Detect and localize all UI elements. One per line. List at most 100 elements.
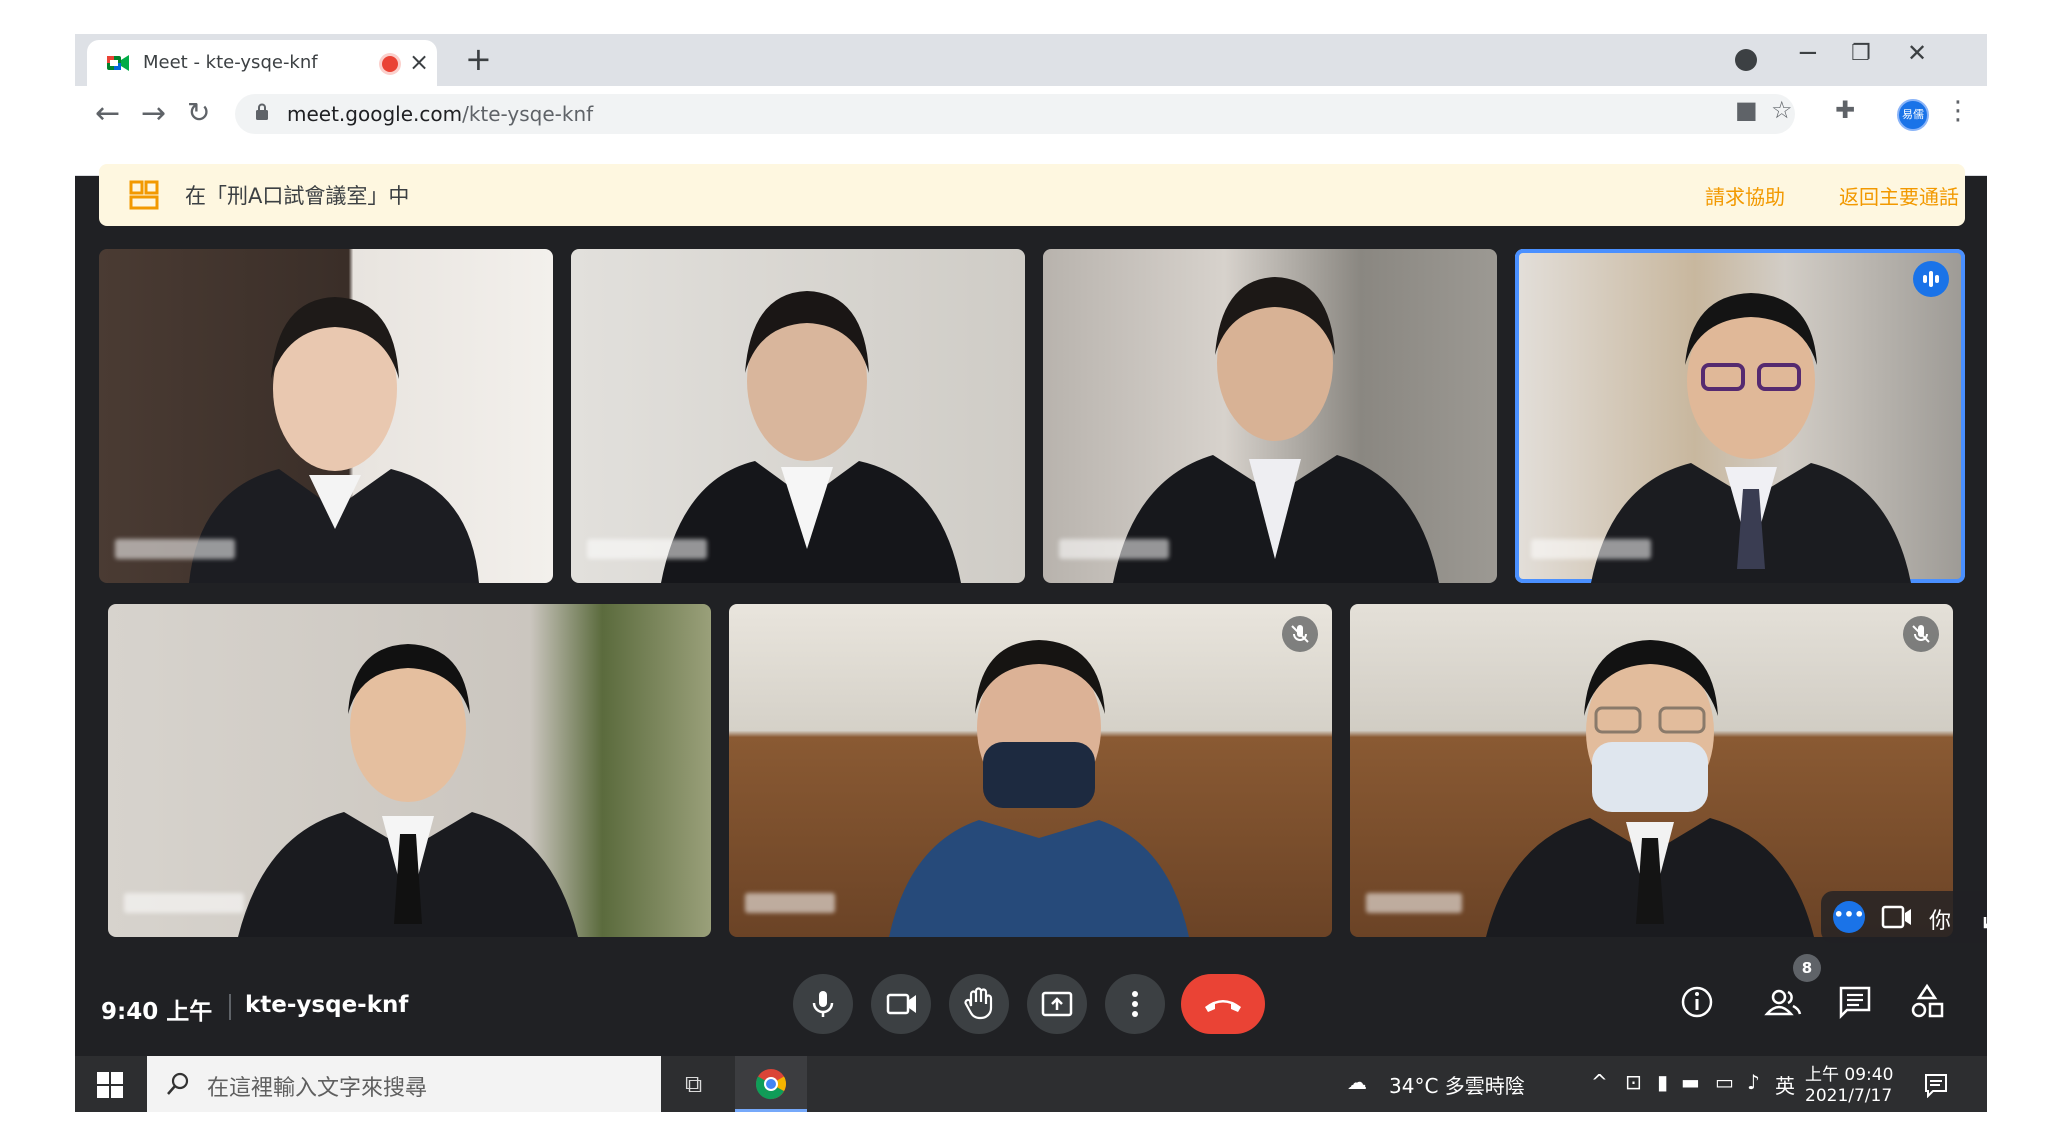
ask-for-help-link[interactable]: 請求協助: [1705, 181, 1785, 210]
breakout-room-banner: 在「刑A口試會議室」中 請求協助 返回主要通話: [99, 164, 1965, 226]
weather-cloud-icon[interactable]: ☁: [1347, 1070, 1367, 1094]
tray-overflow-chevron-icon[interactable]: ^: [1591, 1070, 1608, 1094]
meeting-code[interactable]: kte-ysqe-knf: [245, 992, 408, 1018]
tab-close-icon[interactable]: ×: [409, 48, 429, 76]
meeting-details-info-icon[interactable]: [1675, 980, 1719, 1024]
windows-taskbar: 在這裡輸入文字來搜尋 ⧉ ☁ 34°C 多雲時陰 ^ ⊡ ▮ ▬ ▭ ♪ 英 上…: [75, 1056, 1987, 1112]
battery-icon[interactable]: ▬: [1681, 1070, 1700, 1094]
taskbar-search-box[interactable]: 在這裡輸入文字來搜尋: [147, 1056, 661, 1112]
camera-icon[interactable]: [1881, 903, 1913, 931]
participant-name-blurred: [1059, 539, 1169, 559]
new-tab-button[interactable]: +: [465, 40, 492, 78]
raise-hand-button[interactable]: [949, 974, 1009, 1034]
present-screen-icon: [1041, 991, 1073, 1017]
breakout-room-name: 在「刑A口試會議室」中: [185, 184, 410, 208]
chrome-icon: [755, 1069, 786, 1100]
notification-center-icon[interactable]: [1923, 1072, 1949, 1098]
participant-name-blurred: [1366, 893, 1462, 913]
more-options-icon[interactable]: •••: [1833, 901, 1865, 933]
info-divider: [229, 994, 231, 1020]
browser-tab-strip: Meet - kte-ysqe-knf × + − ❐ ✕: [75, 34, 1987, 86]
raise-hand-icon: [964, 987, 993, 1020]
volume-icon[interactable]: ♪: [1747, 1070, 1760, 1094]
muted-mic-icon: [1282, 616, 1318, 652]
taskbar-clock-time[interactable]: 上午 09:40: [1805, 1060, 1893, 1085]
participant-name-blurred: [115, 539, 235, 559]
close-window-button[interactable]: ✕: [1907, 39, 1927, 67]
url-domain: meet.google.com: [287, 102, 463, 126]
screen: Meet - kte-ysqe-knf × + − ❐ ✕ ← → ↻ meet…: [75, 34, 1987, 1112]
restore-button[interactable]: ❐: [1851, 41, 1871, 66]
participant-tile-self[interactable]: [1350, 604, 1953, 937]
participant-name-blurred: [587, 539, 707, 559]
tray-app-icon[interactable]: ⊡: [1625, 1070, 1642, 1094]
speaking-indicator-icon: [1913, 261, 1949, 297]
participant-video: [189, 297, 479, 583]
forward-arrow-icon[interactable]: →: [141, 96, 166, 131]
participant-count-badge: 8: [1793, 954, 1821, 982]
participant-name-blurred: [1531, 539, 1651, 559]
address-bar[interactable]: meet.google.com/kte-ysqe-knf: [235, 94, 1795, 134]
participant-video: [238, 644, 578, 937]
participant-tile[interactable]: [1043, 249, 1497, 583]
people-icon[interactable]: [1761, 980, 1805, 1024]
url-path: /kte-ysqe-knf: [462, 102, 594, 126]
more-options-button[interactable]: [1105, 974, 1165, 1034]
participant-video: [1486, 640, 1814, 937]
browser-tab-meet[interactable]: Meet - kte-ysqe-knf ×: [87, 40, 437, 86]
participant-video: [1113, 277, 1439, 583]
participant-tile[interactable]: [99, 249, 553, 583]
chrome-taskbar-app[interactable]: [735, 1056, 807, 1112]
activities-icon[interactable]: [1905, 980, 1949, 1024]
participant-name-blurred: [124, 893, 244, 913]
lock-icon: [256, 103, 268, 120]
chat-icon[interactable]: [1833, 980, 1877, 1024]
task-view-icon[interactable]: ⧉: [685, 1070, 702, 1098]
weather-text[interactable]: 34°C 多雲時陰: [1389, 1070, 1525, 1099]
muted-mic-icon: [1903, 616, 1939, 652]
chrome-menu-icon[interactable]: ⋮: [1945, 96, 1971, 126]
extensions-puzzle-icon[interactable]: ✚: [1835, 96, 1855, 124]
participant-tile[interactable]: [729, 604, 1332, 937]
more-vert-icon: [1132, 991, 1138, 1017]
microphone-button[interactable]: [793, 974, 853, 1034]
fullscreen-expand-icon[interactable]: [1981, 903, 1987, 931]
browser-toolbar: ← → ↻ meet.google.com/kte-ysqe-knf ■ ☆ ✚…: [75, 86, 1987, 176]
participant-tile[interactable]: [571, 249, 1025, 583]
windows-start-icon[interactable]: [97, 1072, 123, 1098]
participant-video: [889, 640, 1189, 937]
camera-in-use-icon[interactable]: ■: [1735, 96, 1758, 124]
you-label: 你: [1929, 909, 1952, 934]
recording-indicator-icon: [382, 56, 398, 72]
network-icon[interactable]: ▭: [1715, 1070, 1734, 1094]
hang-up-icon: [1205, 1000, 1241, 1012]
media-download-icon[interactable]: [1735, 49, 1757, 71]
return-to-main-call-link[interactable]: 返回主要通話: [1839, 181, 1959, 210]
tab-title: Meet - kte-ysqe-knf: [143, 52, 318, 73]
search-icon: [167, 1072, 189, 1095]
breakout-room-icon: [129, 180, 159, 210]
back-arrow-icon[interactable]: ←: [95, 96, 120, 131]
bookmark-star-icon[interactable]: ☆: [1771, 96, 1793, 124]
reload-icon[interactable]: ↻: [187, 96, 210, 129]
participant-tile-active-speaker[interactable]: [1515, 249, 1965, 583]
taskbar-clock-date[interactable]: 2021/7/17: [1805, 1086, 1892, 1106]
present-screen-button[interactable]: [1027, 974, 1087, 1034]
minimize-button[interactable]: −: [1797, 38, 1819, 68]
self-tile-controls: ••• 你: [1821, 891, 1987, 943]
participant-video: [1591, 293, 1911, 583]
participant-tile[interactable]: [108, 604, 711, 937]
google-meet-icon: [107, 55, 129, 71]
search-placeholder: 在這裡輸入文字來搜尋: [207, 1076, 428, 1101]
participant-name-blurred: [745, 893, 835, 913]
video-camera-icon: [886, 993, 916, 1015]
profile-avatar[interactable]: 易儒: [1897, 99, 1929, 131]
participant-video: [661, 291, 961, 583]
microphone-icon: [812, 991, 834, 1017]
camera-button[interactable]: [871, 974, 931, 1034]
meeting-time: 9:40 上午: [101, 999, 213, 1025]
input-method-indicator[interactable]: 英: [1775, 1070, 1795, 1099]
url-text: meet.google.com/kte-ysqe-knf: [287, 102, 593, 126]
tray-microphone-icon[interactable]: ▮: [1657, 1070, 1668, 1094]
leave-call-button[interactable]: [1181, 974, 1265, 1034]
